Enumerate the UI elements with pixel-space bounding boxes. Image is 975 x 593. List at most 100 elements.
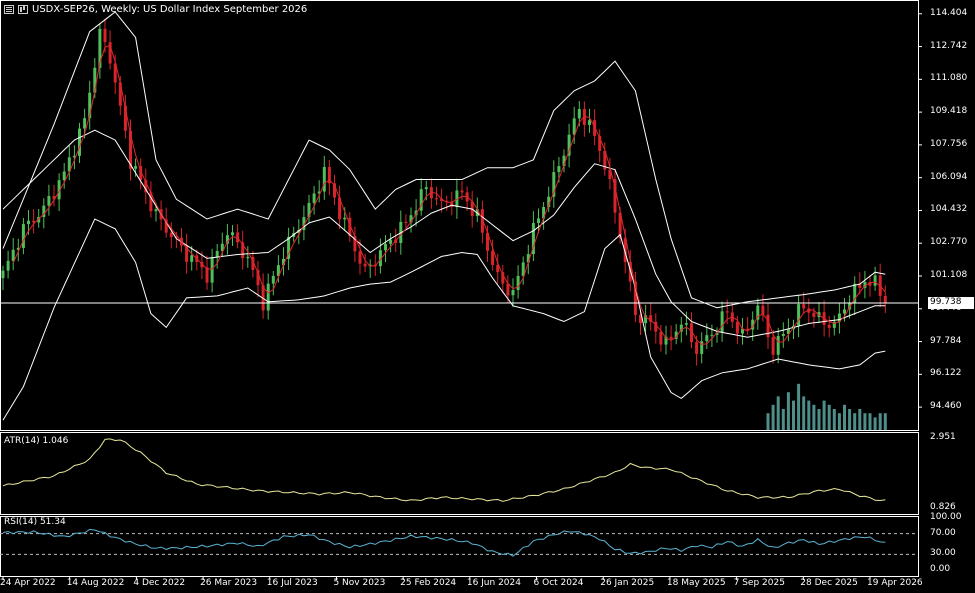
time-axis-label: 28 Dec 2025 <box>800 578 858 588</box>
atr-line <box>2 438 886 502</box>
candle-body <box>27 220 30 225</box>
candle <box>669 325 673 351</box>
candle <box>613 168 617 224</box>
candle-body <box>802 304 806 309</box>
candle <box>807 298 811 324</box>
candle <box>598 129 602 163</box>
volume-bar <box>827 404 831 430</box>
candle <box>419 178 423 216</box>
candle-body <box>32 220 36 223</box>
candle <box>853 276 857 316</box>
volume-bar <box>786 392 790 430</box>
atr-axis-label: 2.951 <box>930 432 956 442</box>
candle <box>52 184 56 207</box>
volume-bar <box>781 409 785 430</box>
candle-body <box>190 255 194 262</box>
volume-bar <box>837 413 841 430</box>
atr-panel-frame <box>0 432 919 515</box>
candle <box>827 315 831 338</box>
volume-bar <box>792 400 795 430</box>
candle-body <box>1 270 5 279</box>
candle <box>674 324 678 345</box>
volume-bar <box>843 404 846 430</box>
candle <box>327 160 331 196</box>
candle-body <box>169 232 173 238</box>
candle <box>654 313 658 344</box>
candle-body <box>154 209 158 212</box>
candle-body <box>781 333 785 337</box>
candle-body <box>424 187 428 190</box>
candle <box>746 317 750 335</box>
price-axis-label: 107.756 <box>930 138 968 149</box>
price-axis-label: 104.432 <box>930 204 968 215</box>
candle-body <box>684 323 688 325</box>
candle-body <box>460 190 464 193</box>
candle-body <box>705 335 709 342</box>
volume-bar <box>863 413 867 430</box>
candle <box>715 327 719 343</box>
time-axis-label: 25 Feb 2024 <box>400 578 457 588</box>
candle-body <box>695 342 699 354</box>
candle <box>241 230 245 270</box>
candle-body <box>511 290 515 296</box>
candle-body <box>883 295 887 303</box>
candle <box>21 217 25 255</box>
rsi-axis-label: 30.00 <box>930 548 956 559</box>
candle <box>271 270 275 296</box>
volume-bar <box>797 383 801 430</box>
candle <box>741 318 744 345</box>
candle <box>338 185 342 229</box>
volume-bar <box>853 413 857 430</box>
volume-bar <box>807 400 811 430</box>
candle-body <box>827 324 831 328</box>
candle-body <box>215 250 219 258</box>
time-axis-label: 26 Jan 2025 <box>600 578 655 588</box>
candle-body <box>384 243 387 251</box>
volume-bar <box>802 396 806 430</box>
candle-body <box>134 166 138 169</box>
candle-body <box>873 275 877 286</box>
candle-body <box>537 218 540 224</box>
candle-body <box>343 217 347 220</box>
volume-bar <box>822 400 826 430</box>
candle <box>312 186 316 215</box>
candle <box>883 285 887 314</box>
rsi-axis-label: 0.00 <box>930 564 951 574</box>
volume-bar <box>858 409 862 430</box>
time-axis-label: 24 Apr 2022 <box>0 578 56 588</box>
candle-body <box>710 334 714 336</box>
candle-body <box>389 239 393 244</box>
price-axis-label: 112.742 <box>930 40 968 51</box>
chart-header: USDX-SEP26, Weekly: US Dollar Index Sept… <box>4 2 307 16</box>
candle <box>720 301 724 342</box>
candle <box>516 265 520 299</box>
candle-body <box>322 166 326 192</box>
candle <box>210 248 214 293</box>
volume-bar <box>832 409 836 430</box>
candle-body <box>266 283 270 311</box>
time-axis-label: 18 May 2025 <box>666 578 726 588</box>
candle <box>368 259 372 278</box>
current-price-label: 99.738 <box>930 297 962 308</box>
candle-body <box>776 336 780 355</box>
candle-body <box>21 224 25 248</box>
candle <box>1 265 5 290</box>
chart-canvas <box>0 0 974 580</box>
candle-body <box>843 309 846 314</box>
candle <box>185 233 189 274</box>
candle-body <box>435 198 438 200</box>
atr-title: ATR(14) 1.046 <box>4 436 69 446</box>
time-axis-label: 16 Jul 2023 <box>266 578 318 588</box>
candle <box>6 250 10 279</box>
candle-body <box>103 28 107 43</box>
menu-icon[interactable] <box>4 4 14 14</box>
candle <box>588 108 591 133</box>
candle-body <box>231 232 234 236</box>
chart-type-icon[interactable] <box>18 4 28 14</box>
candle-body <box>83 118 87 129</box>
candle <box>378 238 382 274</box>
candle-body <box>659 331 663 345</box>
candle-body <box>761 305 765 315</box>
price-axis-label: 97.784 <box>930 335 962 346</box>
price-axis-label: 94.460 <box>930 401 962 412</box>
